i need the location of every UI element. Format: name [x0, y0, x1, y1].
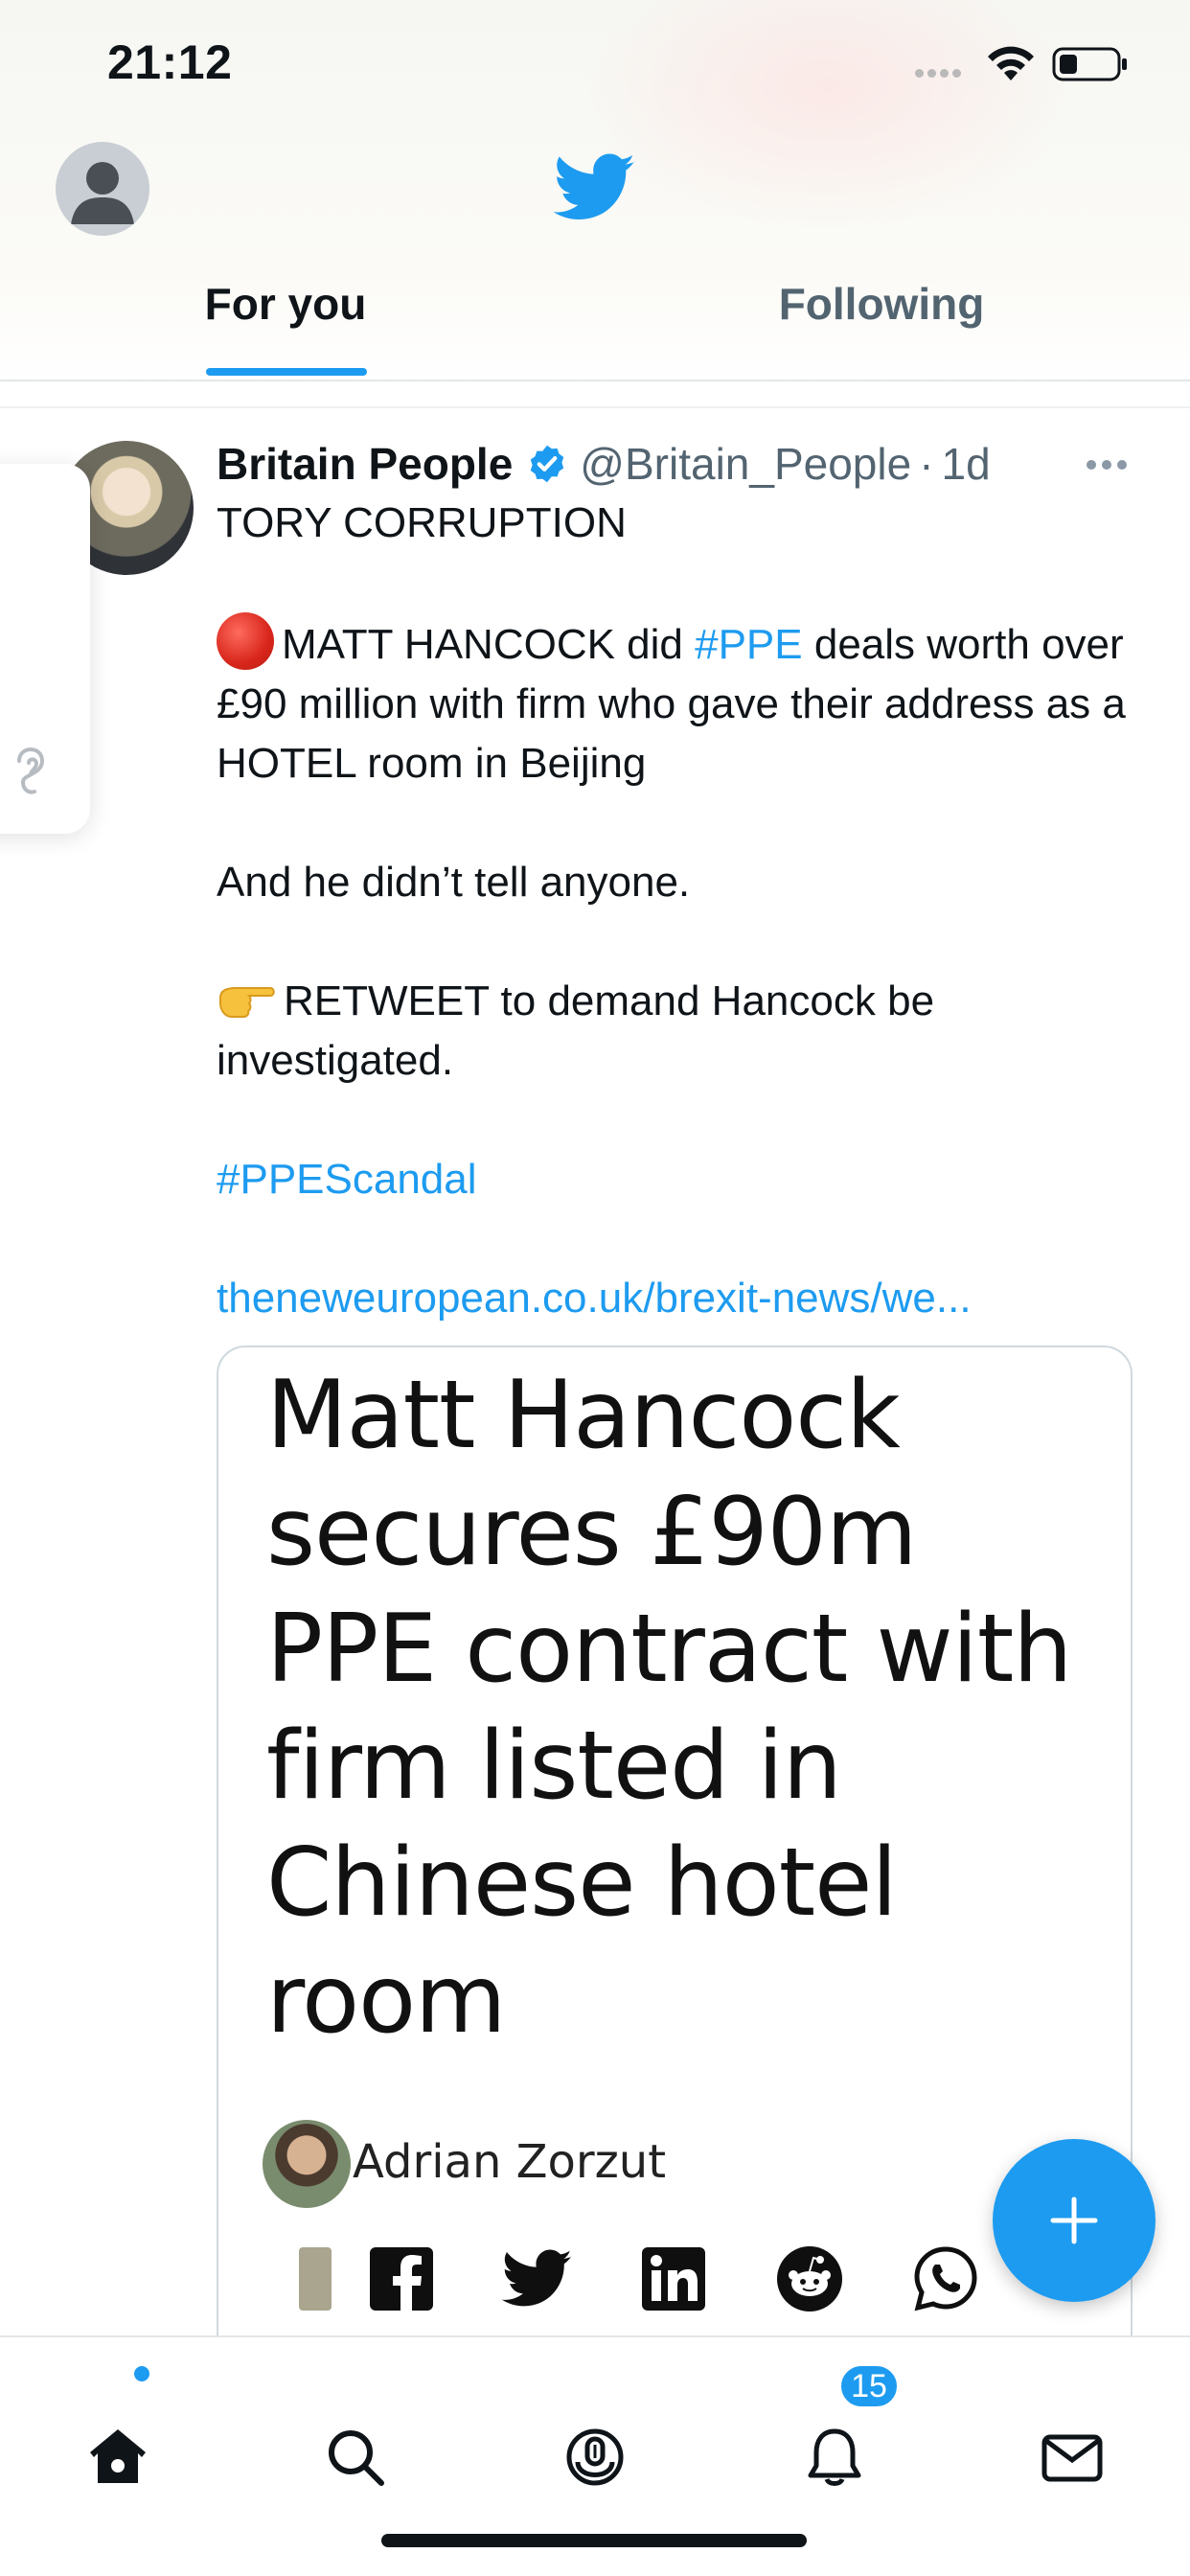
tweet-line-call-to-action: RETWEET to demand Hancock be investigate… [217, 972, 1136, 1091]
home-new-content-dot [134, 2366, 149, 2381]
tweet-text: TORY CORRUPTION MATT HANCOCK did #PPE de… [217, 494, 1136, 1328]
timeline-divider [0, 406, 1190, 408]
tweet-text-segment: MATT HANCOCK did [282, 621, 696, 668]
status-time: 21:12 [107, 35, 233, 89]
notification-count-badge: 15 [837, 2362, 901, 2410]
twitter-icon[interactable] [502, 2243, 573, 2314]
pointing-hand-emoji-icon [219, 987, 275, 1018]
whatsapp-icon[interactable] [910, 2243, 981, 2314]
battery-icon [1052, 47, 1127, 81]
tweet-author-handle[interactable]: @Britain_People [580, 438, 911, 490]
twitter-bird-logo[interactable] [554, 153, 636, 222]
verified-badge-icon [531, 445, 564, 483]
share-icons-row [291, 2243, 1115, 2339]
active-tab-indicator [206, 368, 367, 376]
tweet-author-name[interactable]: Britain People [217, 438, 513, 490]
article-url-link[interactable]: theneweuropean.co.uk/brexit-news/we... [217, 1269, 1136, 1328]
facebook-icon[interactable] [366, 2243, 437, 2314]
tweet-line-claim: MATT HANCOCK did #PPE deals worth over £… [217, 612, 1136, 794]
home-icon[interactable] [84, 2424, 151, 2491]
compose-tweet-button[interactable] [993, 2139, 1156, 2302]
notifications-icon[interactable] [801, 2424, 868, 2491]
red-circle-emoji-icon [217, 612, 274, 670]
profile-avatar[interactable] [56, 142, 149, 236]
wifi-icon [988, 46, 1034, 80]
link-preview-card[interactable]: Matt Hancock secures £90m PPE contract w… [217, 1346, 1133, 2342]
flipboard-icon[interactable] [291, 2243, 362, 2314]
tweet-line-notice: And he didn’t tell anyone. [217, 859, 691, 906]
header-divider [0, 380, 1190, 381]
cellular-signal-icon [915, 69, 961, 78]
hashtag-ppescandal-link[interactable]: #PPEScandal [217, 1150, 1136, 1209]
tab-for-you[interactable]: For you [163, 278, 408, 380]
more-options-icon[interactable] [1085, 458, 1129, 472]
tweet-text-segment: RETWEET to demand Hancock be investigate… [217, 978, 935, 1084]
home-indicator-bar [381, 2534, 807, 2547]
timeline-tabs: For you Following [0, 278, 1190, 380]
card-headline: Matt Hancock secures £90m PPE contract w… [266, 1361, 1072, 2055]
status-bar: 21:12 [0, 0, 1190, 125]
search-icon[interactable] [322, 2424, 389, 2491]
spaces-icon[interactable] [561, 2424, 629, 2491]
card-author-name: Adrian Zorzut [353, 2135, 667, 2189]
card-author-avatar [263, 2120, 351, 2208]
tab-following[interactable]: Following [747, 278, 1016, 380]
person-icon [71, 162, 134, 224]
hashtag-ppe-link[interactable]: #PPE [695, 621, 803, 668]
tweet-timestamp[interactable]: 1d [942, 438, 991, 490]
tweet-header: Britain People @Britain_People · 1d [217, 435, 991, 493]
tweet-line-title: TORY CORRUPTION [217, 499, 627, 546]
plus-icon [1050, 2196, 1098, 2244]
reddit-icon[interactable] [774, 2243, 845, 2314]
ear-icon[interactable] [13, 746, 54, 797]
messages-icon[interactable] [1039, 2424, 1106, 2491]
linkedin-icon[interactable] [638, 2243, 709, 2314]
tweet-separator: · [919, 439, 934, 489]
